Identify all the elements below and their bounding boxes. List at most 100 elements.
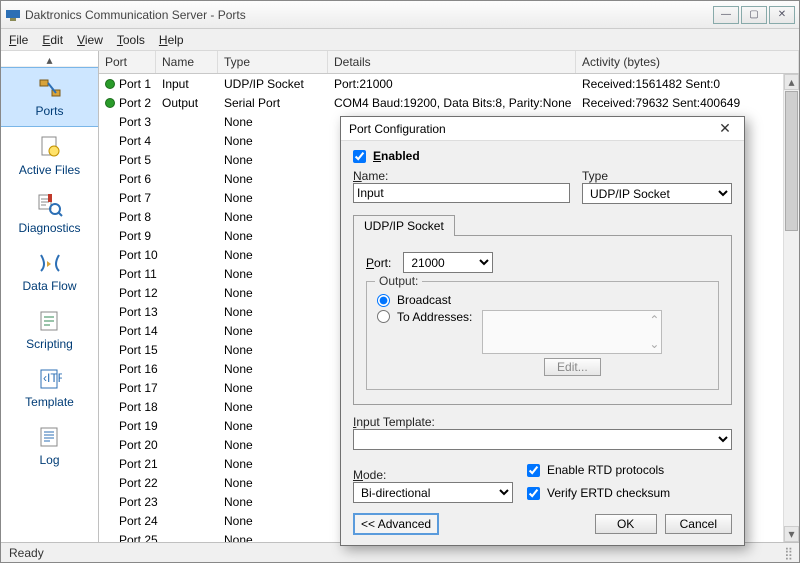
port-cell: Port 4 bbox=[119, 134, 151, 148]
name-input[interactable] bbox=[353, 183, 570, 203]
resize-grip[interactable]: ⣿ bbox=[784, 546, 791, 560]
dialog-titlebar[interactable]: Port Configuration ✕ bbox=[341, 117, 744, 141]
window-title: Daktronics Communication Server - Ports bbox=[25, 8, 246, 22]
sidebar-item-ports[interactable]: Ports bbox=[1, 67, 98, 127]
titlebar[interactable]: Daktronics Communication Server - Ports … bbox=[1, 1, 799, 29]
port-cell: Port 25 bbox=[119, 533, 158, 543]
scroll-up-arrow[interactable]: ▴ bbox=[784, 74, 799, 90]
ok-button[interactable]: OK bbox=[595, 514, 657, 534]
name-label: Name: bbox=[353, 169, 570, 183]
type-select[interactable]: UDP/IP Socket bbox=[582, 183, 732, 204]
enabled-checkbox-row[interactable]: Enabled bbox=[353, 149, 732, 163]
type-cell: Serial Port bbox=[218, 96, 328, 110]
col-activity[interactable]: Activity (bytes) bbox=[576, 51, 799, 73]
toaddr-radio-row[interactable]: To Addresses: ⌃⌄ Edit... bbox=[377, 310, 708, 376]
col-type[interactable]: Type bbox=[218, 51, 328, 73]
scroll-down-arrow[interactable]: ▾ bbox=[784, 526, 799, 542]
type-cell: None bbox=[218, 153, 328, 167]
enable-rtd-row[interactable]: Enable RTD protocols bbox=[527, 463, 670, 477]
close-button[interactable]: ✕ bbox=[769, 6, 795, 24]
minimize-button[interactable]: — bbox=[713, 6, 739, 24]
scroll-track[interactable] bbox=[784, 232, 799, 526]
type-cell: None bbox=[218, 457, 328, 471]
broadcast-label: Broadcast bbox=[397, 293, 451, 307]
port-cell: Port 6 bbox=[119, 172, 151, 186]
port-cell: Port 8 bbox=[119, 210, 151, 224]
type-cell: None bbox=[218, 362, 328, 376]
table-row[interactable]: Port 2OutputSerial PortCOM4 Baud:19200, … bbox=[99, 93, 799, 112]
port-cell: Port 13 bbox=[119, 305, 158, 319]
sidebar-item-active-files[interactable]: Active Files bbox=[1, 127, 98, 185]
enabled-label: Enabled bbox=[373, 149, 420, 163]
type-cell: None bbox=[218, 229, 328, 243]
port-select[interactable]: 21000 bbox=[403, 252, 493, 273]
addresses-listbox[interactable]: ⌃⌄ bbox=[482, 310, 662, 354]
menu-edit[interactable]: Edit bbox=[42, 33, 63, 47]
input-template-label: Input Template: bbox=[353, 415, 732, 429]
mode-select[interactable]: Bi-directional bbox=[353, 482, 513, 503]
type-cell: None bbox=[218, 134, 328, 148]
sidebar-label-log: Log bbox=[39, 453, 59, 467]
list-header: Port Name Type Details Activity (bytes) bbox=[99, 51, 799, 74]
sidebar-item-template[interactable]: ‹ITF› Template bbox=[1, 359, 98, 417]
type-cell: None bbox=[218, 248, 328, 262]
port-configuration-dialog: Port Configuration ✕ Enabled Name: Type … bbox=[340, 116, 745, 546]
verify-ertd-label: Verify ERTD checksum bbox=[547, 486, 670, 500]
port-label: Port: bbox=[366, 256, 391, 270]
maximize-button[interactable]: ▢ bbox=[741, 6, 767, 24]
menu-view[interactable]: View bbox=[77, 33, 103, 47]
scroll-thumb[interactable] bbox=[785, 91, 798, 231]
sidebar-scroll-up[interactable]: ▴ bbox=[1, 53, 98, 67]
port-cell: Port 21 bbox=[119, 457, 158, 471]
diagnostics-icon bbox=[34, 191, 66, 219]
broadcast-radio[interactable] bbox=[377, 294, 390, 307]
type-cell: None bbox=[218, 267, 328, 281]
col-port[interactable]: Port bbox=[99, 51, 156, 73]
svg-text:‹ITF›: ‹ITF› bbox=[43, 371, 62, 385]
sidebar-item-log[interactable]: Log bbox=[1, 417, 98, 475]
table-row[interactable]: Port 1InputUDP/IP SocketPort:21000Receiv… bbox=[99, 74, 799, 93]
type-cell: None bbox=[218, 115, 328, 129]
dialog-close-button[interactable]: ✕ bbox=[714, 120, 736, 138]
port-cell: Port 1 bbox=[119, 77, 151, 91]
sidebar-item-data-flow[interactable]: Data Flow bbox=[1, 243, 98, 301]
ports-icon bbox=[34, 74, 66, 102]
cancel-button[interactable]: Cancel bbox=[665, 514, 732, 534]
sidebar-item-scripting[interactable]: Scripting bbox=[1, 301, 98, 359]
sidebar-label-template: Template bbox=[25, 395, 74, 409]
sidebar-item-diagnostics[interactable]: Diagnostics bbox=[1, 185, 98, 243]
port-cell: Port 9 bbox=[119, 229, 151, 243]
port-cell: Port 15 bbox=[119, 343, 158, 357]
template-icon: ‹ITF› bbox=[34, 365, 66, 393]
advanced-button[interactable]: << Advanced bbox=[353, 513, 439, 535]
port-cell: Port 23 bbox=[119, 495, 158, 509]
tab-udp-ip-socket[interactable]: UDP/IP Socket bbox=[353, 215, 455, 236]
type-cell: None bbox=[218, 419, 328, 433]
type-cell: None bbox=[218, 191, 328, 205]
port-cell: Port 20 bbox=[119, 438, 158, 452]
enable-rtd-checkbox[interactable] bbox=[527, 464, 540, 477]
sidebar-label-scripting: Scripting bbox=[26, 337, 73, 351]
broadcast-radio-row[interactable]: Broadcast bbox=[377, 293, 708, 307]
verify-ertd-row[interactable]: Verify ERTD checksum bbox=[527, 486, 670, 500]
dataflow-icon bbox=[34, 249, 66, 277]
input-template-select[interactable] bbox=[353, 429, 732, 450]
to-addresses-radio[interactable] bbox=[377, 310, 390, 323]
port-cell: Port 14 bbox=[119, 324, 158, 338]
enabled-checkbox[interactable] bbox=[353, 150, 366, 163]
col-name[interactable]: Name bbox=[156, 51, 218, 73]
verify-ertd-checkbox[interactable] bbox=[527, 487, 540, 500]
sidebar-label-data-flow: Data Flow bbox=[22, 279, 76, 293]
tab-panel: Port: 21000 Output: Broadcast To Address… bbox=[353, 235, 732, 405]
col-details[interactable]: Details bbox=[328, 51, 576, 73]
port-cell: Port 5 bbox=[119, 153, 151, 167]
menu-file[interactable]: File bbox=[9, 33, 28, 47]
port-cell: Port 18 bbox=[119, 400, 158, 414]
scripting-icon bbox=[34, 307, 66, 335]
type-cell: None bbox=[218, 305, 328, 319]
menu-help[interactable]: Help bbox=[159, 33, 184, 47]
menu-tools[interactable]: Tools bbox=[117, 33, 145, 47]
type-cell: None bbox=[218, 210, 328, 224]
vertical-scrollbar[interactable]: ▴ ▾ bbox=[783, 74, 799, 542]
name-cell: Input bbox=[156, 77, 218, 91]
